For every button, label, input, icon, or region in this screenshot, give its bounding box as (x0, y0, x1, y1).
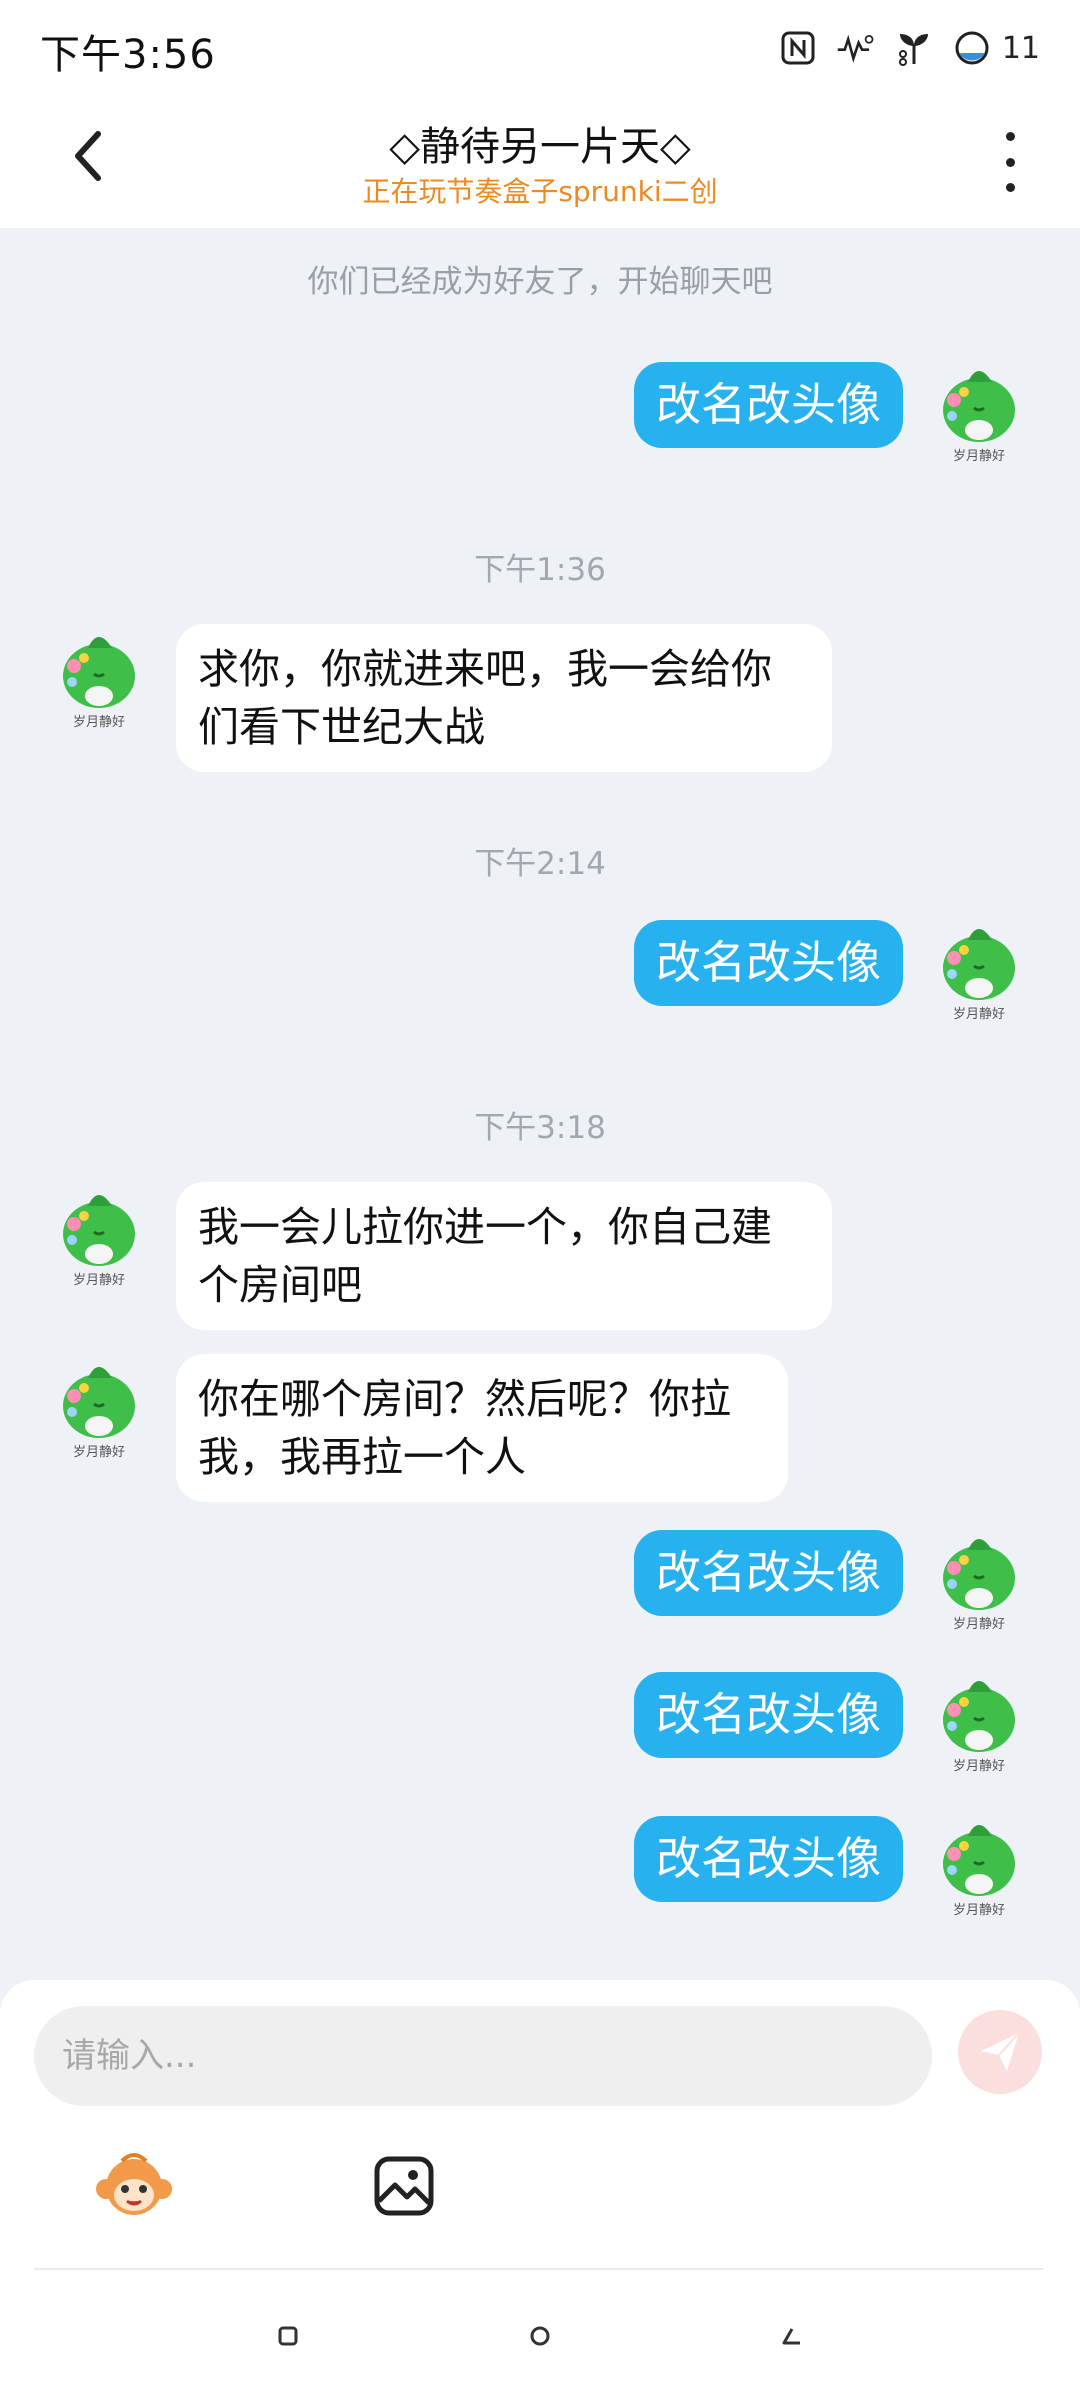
avatar-caption: 岁月静好 (952, 1617, 1005, 1632)
home-button[interactable] (520, 2316, 560, 2356)
avatar[interactable]: 岁月静好 (934, 918, 1024, 1022)
avatar[interactable]: 岁月静好 (934, 1814, 1024, 1918)
status-bar: 下午3:56 11 (0, 0, 1080, 96)
message-bubble-outgoing[interactable]: 改名改头像 (633, 920, 903, 1006)
emoji-button[interactable] (94, 2146, 174, 2226)
message-line: 你在哪个房间？然后呢？你拉 (198, 1375, 731, 1423)
avatar[interactable]: 岁月静好 (934, 360, 1024, 464)
timestamp: 下午3:18 (474, 1110, 606, 1146)
timestamp: 下午1:36 (474, 552, 606, 588)
system-back-button[interactable] (772, 2316, 812, 2356)
avatar[interactable]: 岁月静好 (934, 1670, 1024, 1774)
chevron-left-icon (75, 131, 101, 181)
avatar[interactable]: 岁月静好 (54, 1356, 144, 1460)
battery-icon (952, 28, 992, 68)
sprout-icon (894, 28, 934, 68)
avatar-caption: 岁月静好 (952, 1759, 1005, 1774)
image-picker-button[interactable] (364, 2146, 444, 2226)
message-bubble-incoming[interactable]: 我一会儿拉你进一个，你自己建 个房间吧 (176, 1182, 832, 1330)
message-line: 们看下世纪大战 (198, 703, 485, 751)
chat-header: ◇静待另一片天◇ 正在玩节奏盒子sprunki二创 (0, 96, 1080, 228)
message-bubble-incoming[interactable]: 你在哪个房间？然后呢？你拉 我，我再拉一个人 (176, 1354, 788, 1502)
more-vertical-icon (1005, 132, 1015, 141)
message-line: 个房间吧 (198, 1261, 362, 1309)
recent-apps-button[interactable] (268, 2316, 308, 2356)
timestamp: 下午2:14 (474, 846, 606, 882)
message-list[interactable]: 你们已经成为好友了，开始聊天吧 改名改头像 岁月静好 下午1:36 岁月静好 求… (0, 228, 1080, 1980)
contact-activity: 正在玩节奏盒子sprunki二创 (362, 175, 718, 208)
avatar[interactable]: 岁月静好 (934, 1528, 1024, 1632)
message-line: 我，我再拉一个人 (198, 1433, 526, 1481)
avatar-caption: 岁月静好 (952, 1903, 1005, 1918)
avatar-caption: 岁月静好 (72, 1273, 125, 1288)
status-time: 下午3:56 (40, 32, 216, 78)
divider (34, 2268, 1044, 2270)
message-bubble-outgoing[interactable]: 改名改头像 (633, 1530, 903, 1616)
activity-wave-icon (836, 28, 876, 68)
message-input[interactable]: 请输入... (34, 2006, 932, 2106)
send-icon (981, 2032, 1020, 2071)
send-button[interactable] (958, 2010, 1042, 2094)
back-button[interactable] (56, 124, 120, 188)
circle-icon (530, 2326, 550, 2346)
avatar-caption: 岁月静好 (72, 1445, 125, 1460)
avatar-caption: 岁月静好 (952, 1007, 1005, 1022)
message-bubble-outgoing[interactable]: 改名改头像 (633, 1672, 903, 1758)
monkey-emoji-icon (96, 2153, 172, 2215)
message-line: 我一会儿拉你进一个，你自己建 (198, 1203, 772, 1251)
message-bubble-incoming[interactable]: 求你，你就进来吧，我一会给你 们看下世纪大战 (176, 624, 832, 772)
contact-name: ◇静待另一片天◇ (389, 124, 691, 170)
more-options-button[interactable] (990, 132, 1030, 192)
message-bubble-outgoing[interactable]: 改名改头像 (633, 1816, 903, 1902)
message-line: 求你，你就进来吧，我一会给你 (198, 645, 772, 693)
image-icon (374, 2156, 434, 2216)
nfc-icon (778, 28, 818, 68)
triangle-icon (782, 2328, 800, 2345)
friend-added-notice: 你们已经成为好友了，开始聊天吧 (307, 264, 773, 300)
square-icon (278, 2326, 298, 2346)
battery-level: 11 (1001, 30, 1040, 66)
message-bubble-outgoing[interactable]: 改名改头像 (633, 362, 903, 448)
status-icons: 11 (778, 24, 1040, 72)
avatar-caption: 岁月静好 (952, 449, 1005, 464)
avatar[interactable]: 岁月静好 (54, 626, 144, 730)
avatar[interactable]: 岁月静好 (54, 1184, 144, 1288)
avatar-caption: 岁月静好 (72, 715, 125, 730)
